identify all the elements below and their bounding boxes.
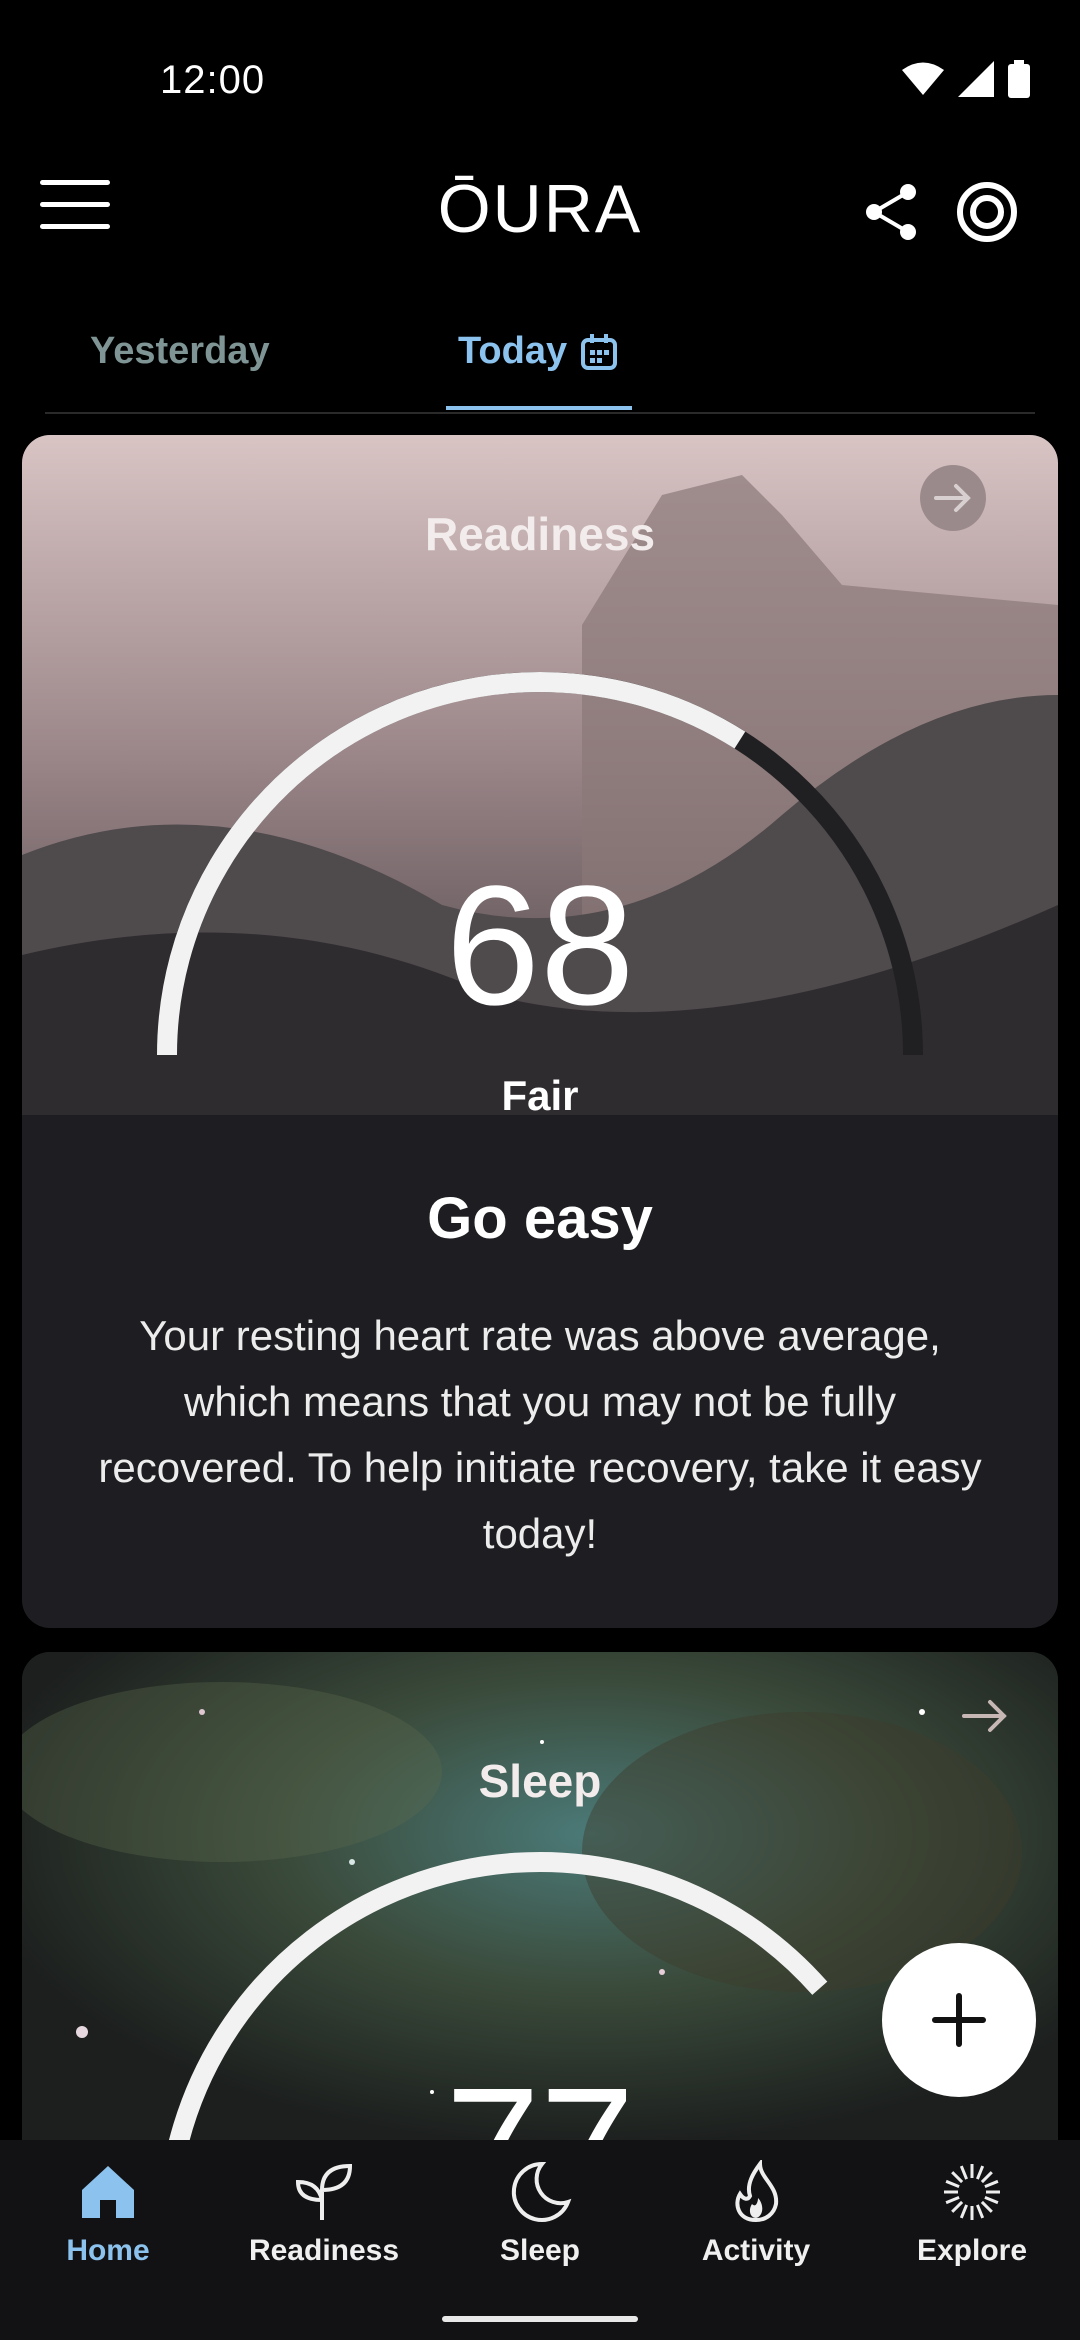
sunburst-ray xyxy=(951,2171,964,2184)
readiness-card[interactable]: Readiness 68 Fair Go easy Your resting h… xyxy=(22,435,1058,1628)
sunburst-ray xyxy=(945,2196,960,2205)
nav-sleep[interactable]: Sleep xyxy=(432,2160,648,2268)
status-time: 12:00 xyxy=(160,58,266,102)
tab-yesterday-label: Yesterday xyxy=(90,330,270,372)
readiness-rating: Fair xyxy=(501,1072,579,1119)
tab-today-label: Today xyxy=(458,330,568,372)
sunburst-ray xyxy=(951,2200,964,2213)
sunburst-ray xyxy=(976,2204,985,2219)
tab-today[interactable]: Today xyxy=(458,330,618,373)
sunburst-ray xyxy=(984,2179,999,2188)
signal-icon xyxy=(958,61,994,97)
sunburst-ray xyxy=(976,2165,985,2180)
nav-explore-label: Explore xyxy=(916,2234,1028,2267)
sunburst-ray xyxy=(980,2200,993,2213)
plus-icon xyxy=(932,1993,986,2047)
battery-icon xyxy=(1008,60,1030,98)
ring-button[interactable] xyxy=(955,180,1025,250)
share-icon xyxy=(866,184,916,240)
readiness-headline: Go easy xyxy=(427,1186,653,1251)
sunburst-ray xyxy=(945,2179,960,2188)
add-button[interactable] xyxy=(882,1943,1036,2097)
home-indicator xyxy=(442,2316,638,2322)
nav-sleep-label: Sleep xyxy=(499,2234,581,2267)
calendar-icon[interactable] xyxy=(581,333,618,370)
readiness-gauge xyxy=(157,672,923,1056)
moon-icon xyxy=(511,2161,572,2222)
nav-home-label: Home xyxy=(66,2234,150,2267)
nav-explore[interactable]: Explore xyxy=(864,2160,1080,2268)
sunburst-ray xyxy=(959,2165,968,2180)
flame-icon xyxy=(735,2160,779,2223)
sunburst-ray xyxy=(959,2204,968,2219)
readiness-description: Your resting heart rate was above averag… xyxy=(98,1312,982,1557)
readiness-score: 68 xyxy=(445,851,635,1041)
nav-readiness[interactable]: Readiness xyxy=(216,2160,432,2268)
sprout-icon xyxy=(295,2163,353,2220)
nav-home[interactable]: Home xyxy=(0,2160,216,2268)
nav-readiness-label: Readiness xyxy=(248,2234,400,2267)
status-icons xyxy=(902,60,1030,98)
share-button[interactable] xyxy=(860,180,930,250)
home-icon xyxy=(82,2166,134,2218)
nav-activity[interactable]: Activity xyxy=(648,2160,864,2268)
ring-icon xyxy=(957,182,1017,242)
sunburst-icon xyxy=(944,2164,1000,2220)
sunburst-ray xyxy=(984,2196,999,2205)
nav-activity-label: Activity xyxy=(701,2234,811,2267)
active-tab-indicator xyxy=(446,406,632,410)
day-tabs: Yesterday Today xyxy=(45,320,1035,414)
tab-yesterday[interactable]: Yesterday xyxy=(90,330,270,373)
sleep-card[interactable]: Sleep 77 xyxy=(22,1652,1058,2172)
bottom-navigation: Home Readiness Sleep Activity Explore xyxy=(0,2140,1080,2340)
sunburst-ray xyxy=(980,2171,993,2184)
wifi-icon xyxy=(902,62,944,95)
